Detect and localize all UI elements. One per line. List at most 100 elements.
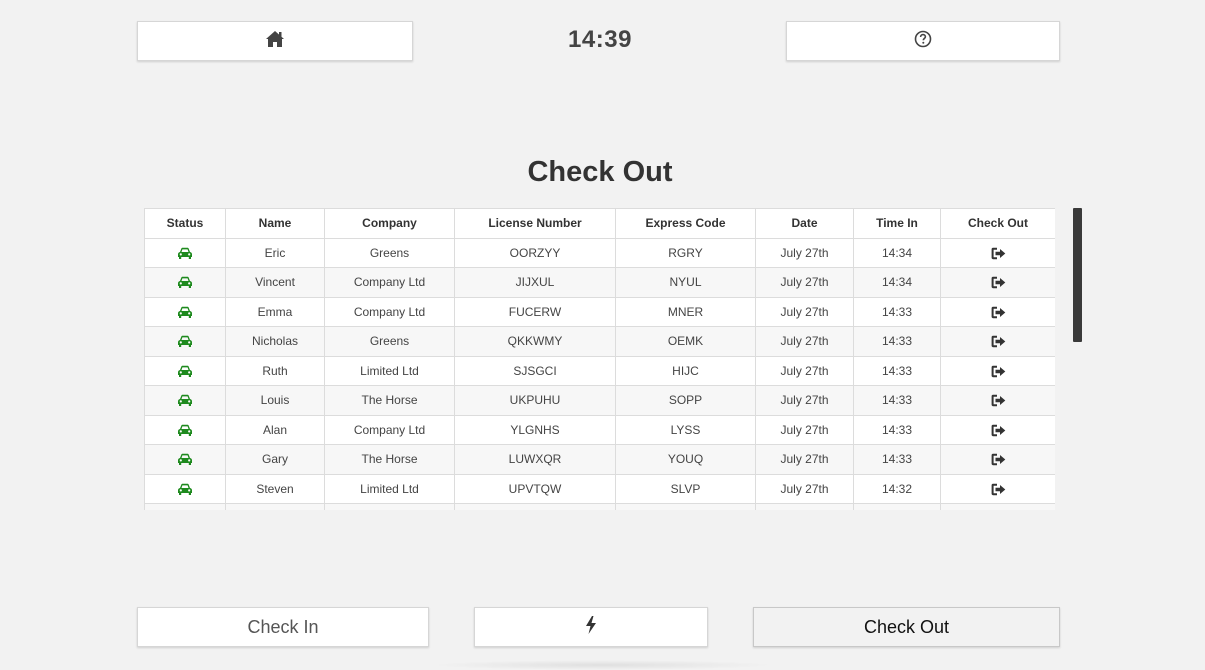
status-cell (144, 414, 226, 445)
sign-out-icon[interactable] (991, 334, 1006, 348)
cell-code: NYUL (615, 267, 756, 298)
table-row: Eric Greens OORZYY RGRY July 27th 14:34 (144, 237, 1055, 268)
column-header: Company (324, 208, 455, 239)
checkout-cell (940, 414, 1055, 445)
check-in-label: Check In (247, 616, 319, 637)
lightning-bolt-icon (585, 615, 597, 639)
checkout-cell (940, 444, 1055, 475)
cell-time: 14:33 (853, 326, 941, 357)
status-cell (144, 355, 226, 386)
bottom-shadow (430, 660, 775, 670)
cell-license: YLGNHS (454, 414, 616, 445)
page-title: Check Out (527, 156, 673, 188)
cell-time: 14:33 (853, 414, 941, 445)
home-icon (265, 30, 285, 53)
table-row (144, 503, 1055, 510)
cell-name: Alan (225, 414, 325, 445)
table-row: Ruth Limited Ltd SJSGCI HIJC July 27th 14:33 (144, 355, 1055, 386)
cell-name: Nicholas (225, 326, 325, 357)
cell-name: Steven (225, 473, 325, 504)
cell-time: 14:34 (853, 237, 941, 268)
sign-out-icon[interactable] (991, 423, 1006, 437)
sign-out-icon[interactable] (991, 393, 1006, 407)
help-button[interactable] (786, 21, 1060, 61)
checkout-cell (940, 473, 1055, 504)
status-cell (144, 503, 226, 510)
cell-company (324, 503, 455, 510)
cell-license: UPVTQW (454, 473, 616, 504)
cell-license: UKPUHU (454, 385, 616, 416)
status-cell (144, 444, 226, 475)
table-header-row: Status Name Company License Number Express C… (144, 208, 1055, 239)
cell-code: OEMK (615, 326, 756, 357)
cell-license (454, 503, 616, 510)
check-out-button[interactable]: Check Out (753, 607, 1060, 647)
cell-time: 14:34 (853, 267, 941, 298)
cell-company: Company Ltd (324, 414, 455, 445)
sign-out-icon[interactable] (991, 452, 1006, 466)
cell-date: July 27th (755, 414, 854, 445)
cell-date: July 27th (755, 385, 854, 416)
cell-time (853, 503, 941, 510)
column-header: Date (755, 208, 854, 239)
cell-company: Greens (324, 237, 455, 268)
cell-code (615, 503, 756, 510)
cell-time: 14:33 (853, 385, 941, 416)
cell-name: Ruth (225, 355, 325, 386)
table-row: Gary The Horse LUWXQR YOUQ July 27th 14:33 (144, 444, 1055, 475)
status-cell (144, 385, 226, 416)
cell-name: Eric (225, 237, 325, 268)
cell-code: LYSS (615, 414, 756, 445)
checkout-cell (940, 503, 1055, 510)
cell-date: July 27th (755, 326, 854, 357)
question-circle-icon (914, 30, 932, 53)
cell-date (755, 503, 854, 510)
checkout-table-container[interactable]: Status Name Company License Number Express C… (144, 208, 1055, 510)
cell-name: Louis (225, 385, 325, 416)
status-cell (144, 237, 226, 268)
cell-code: MNER (615, 296, 756, 327)
cell-name: Vincent (225, 267, 325, 298)
car-icon (177, 452, 193, 466)
cell-time: 14:33 (853, 355, 941, 386)
cell-code: SLVP (615, 473, 756, 504)
table-row: Vincent Company Ltd JIJXUL NYUL July 27th 14:… (144, 267, 1055, 298)
cell-time: 14:33 (853, 296, 941, 327)
checkout-cell (940, 355, 1055, 386)
cell-name: Gary (225, 444, 325, 475)
sign-out-icon[interactable] (991, 482, 1006, 496)
sign-out-icon[interactable] (991, 305, 1006, 319)
column-header: Name (225, 208, 325, 239)
check-in-button[interactable]: Check In (137, 607, 429, 647)
cell-name (225, 503, 325, 510)
sign-out-icon[interactable] (991, 246, 1006, 260)
cell-license: SJSGCI (454, 355, 616, 386)
car-icon (177, 364, 193, 378)
clock: 14:39 (568, 26, 632, 53)
checkout-cell (940, 385, 1055, 416)
cell-date: July 27th (755, 296, 854, 327)
cell-license: FUCERW (454, 296, 616, 327)
car-icon (177, 246, 193, 260)
cell-company: The Horse (324, 385, 455, 416)
column-header: Check Out (940, 208, 1055, 239)
cell-date: July 27th (755, 237, 854, 268)
car-icon (177, 393, 193, 407)
sign-out-icon[interactable] (991, 275, 1006, 289)
status-cell (144, 326, 226, 357)
checkout-cell (940, 237, 1055, 268)
express-button[interactable] (474, 607, 708, 647)
checkout-table: Status Name Company License Number Express C… (144, 208, 1055, 510)
checkout-cell (940, 296, 1055, 327)
sign-out-icon[interactable] (991, 364, 1006, 378)
table-row: Alan Company Ltd YLGNHS LYSS July 27th 14:33 (144, 414, 1055, 445)
check-out-label: Check Out (863, 616, 950, 637)
cell-license: JIJXUL (454, 267, 616, 298)
car-icon (177, 275, 193, 289)
cell-license: LUWXQR (454, 444, 616, 475)
cell-company: Company Ltd (324, 267, 455, 298)
scrollbar-thumb[interactable] (1073, 208, 1082, 342)
table-row: Steven Limited Ltd UPVTQW SLVP July 27th 14:3… (144, 473, 1055, 504)
table-row: Nicholas Greens QKKWMY OEMK July 27th 14:33 (144, 326, 1055, 357)
home-button[interactable] (137, 21, 413, 61)
